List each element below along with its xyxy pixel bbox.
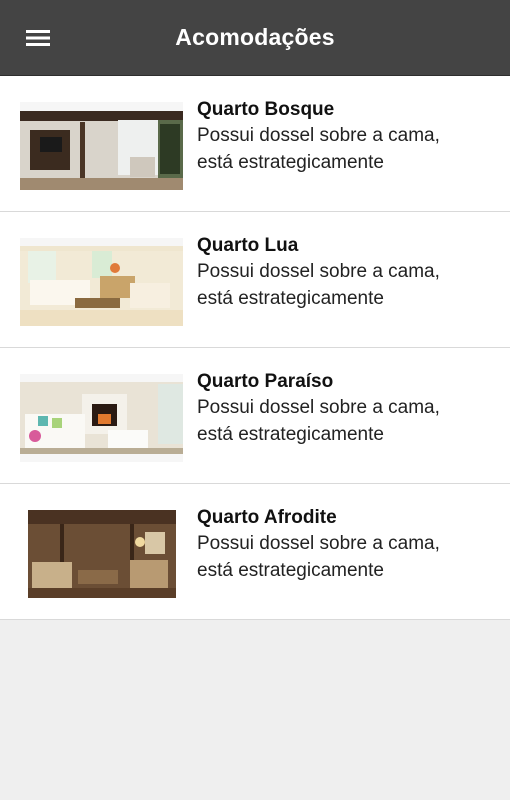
room-description-line-2: está estrategicamente xyxy=(197,288,384,309)
room-description-line-1: Possui dossel sobre a cama, xyxy=(197,125,440,146)
list-item-quarto-paraiso[interactable]: Quarto Paraíso Possui dossel sobre a cam… xyxy=(0,348,510,484)
list-item-quarto-afrodite[interactable]: Quarto Afrodite Possui dossel sobre a ca… xyxy=(0,484,510,620)
room-title: Quarto Bosque xyxy=(197,99,335,120)
room-description-line-2: está estrategicamente xyxy=(197,560,384,581)
app-bar: Acomodações xyxy=(0,0,510,76)
room-photo xyxy=(20,510,183,598)
room-title: Quarto Afrodite xyxy=(197,507,337,528)
rooms-list: Quarto Bosque Possui dossel sobre a cama… xyxy=(0,76,510,620)
room-description-line-2: está estrategicamente xyxy=(197,152,384,173)
room-description-line-1: Possui dossel sobre a cama, xyxy=(197,397,440,418)
room-description-line-2: está estrategicamente xyxy=(197,424,384,445)
room-photo xyxy=(20,102,183,190)
room-description-line-1: Possui dossel sobre a cama, xyxy=(197,261,440,282)
room-photo xyxy=(20,238,183,326)
list-item-quarto-bosque[interactable]: Quarto Bosque Possui dossel sobre a cama… xyxy=(0,76,510,212)
page-title: Acomodações xyxy=(175,24,335,50)
room-title: Quarto Lua xyxy=(197,235,299,256)
room-description-line-1: Possui dossel sobre a cama, xyxy=(197,533,440,554)
list-item-quarto-lua[interactable]: Quarto Lua Possui dossel sobre a cama, e… xyxy=(0,212,510,348)
room-title: Quarto Paraíso xyxy=(197,371,334,392)
room-photo xyxy=(20,374,183,462)
